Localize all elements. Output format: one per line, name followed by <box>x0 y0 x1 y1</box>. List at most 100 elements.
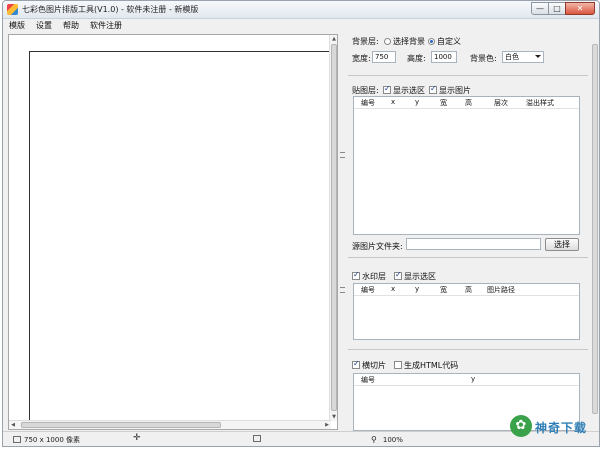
brand-logo-icon: ✿ <box>510 415 532 437</box>
source-folder-label: 源图片文件夹: <box>352 242 403 251</box>
checkbox-checked-icon <box>429 84 437 94</box>
canvas-horizontal-scroll-thumb[interactable] <box>21 422 221 428</box>
window-controls: — □ ✕ <box>531 2 595 16</box>
menu-help[interactable]: 帮助 <box>57 19 84 32</box>
select-background-label: 选择背景 <box>393 37 425 46</box>
column-header[interactable]: 宽 <box>440 98 447 108</box>
background-color-value: 白色 <box>505 53 519 61</box>
sticker-list[interactable]: 编号 x y 宽 高 层次 溢出样式 <box>353 96 580 235</box>
menu-template[interactable]: 模版 <box>3 19 30 32</box>
height-input[interactable]: 1000 <box>431 51 457 63</box>
background-color-label: 背景色: <box>470 54 497 63</box>
scroll-down-arrow-icon[interactable]: ▼ <box>330 413 338 421</box>
checkbox-unchecked-icon <box>394 361 402 369</box>
generate-html-label: 生成HTML代码 <box>404 361 459 370</box>
watermark-layer-checkbox[interactable]: 水印层 <box>352 270 386 282</box>
slice-layer-label: 横切片 <box>362 361 386 370</box>
column-header[interactable]: y <box>415 285 419 293</box>
section-divider <box>348 257 588 258</box>
column-header[interactable]: 溢出样式 <box>526 98 554 108</box>
chevron-down-icon <box>535 55 541 58</box>
sticker-show-image-label: 显示图片 <box>439 86 471 95</box>
column-header[interactable]: 编号 <box>361 98 375 108</box>
checkbox-checked-icon <box>394 270 402 280</box>
select-background-radio[interactable]: 选择背景 <box>384 36 425 47</box>
properties-scroll-thumb[interactable] <box>592 44 598 414</box>
close-button[interactable]: ✕ <box>565 2 595 15</box>
column-header[interactable]: y <box>471 375 475 383</box>
page-size-icon <box>13 436 21 443</box>
sticker-layer-label: 贴图层: <box>352 86 379 95</box>
window-title: 七彩色图片排版工具(V1.0) - 软件未注册 - 新模版 <box>22 5 199 14</box>
column-header[interactable]: y <box>415 98 419 106</box>
source-folder-input[interactable] <box>406 238 541 250</box>
radio-on-icon <box>428 38 435 45</box>
column-header[interactable]: x <box>391 285 395 293</box>
column-header[interactable]: 编号 <box>361 285 375 295</box>
custom-background-radio[interactable]: 自定义 <box>428 36 461 47</box>
checkbox-checked-icon <box>352 270 360 280</box>
column-header[interactable]: x <box>391 98 395 106</box>
selection-icon <box>253 435 264 443</box>
column-header[interactable]: 高 <box>465 98 472 108</box>
watermark-layer-label: 水印层 <box>362 272 386 281</box>
sticker-list-header: 编号 x y 宽 高 层次 溢出样式 <box>354 97 579 109</box>
column-header[interactable]: 宽 <box>440 285 447 295</box>
watermark-list[interactable]: 编号 x y 宽 高 图片路径 <box>353 283 580 340</box>
canvas-page[interactable] <box>29 51 335 421</box>
menu-settings[interactable]: 设置 <box>30 19 57 32</box>
section-divider <box>348 349 588 350</box>
custom-background-label: 自定义 <box>437 37 461 46</box>
section-divider <box>348 75 588 76</box>
splitter-grip-icon <box>340 152 345 158</box>
page-size-status: 750 x 1000 像素 <box>13 435 80 445</box>
slice-layer-checkbox[interactable]: 横切片 <box>352 359 386 371</box>
page-size-text: 750 x 1000 像素 <box>24 436 80 444</box>
menu-register[interactable]: 软件注册 <box>84 19 127 32</box>
background-layer-label: 背景层: <box>352 37 379 46</box>
column-header[interactable]: 编号 <box>361 375 375 385</box>
watermark-show-selection-checkbox[interactable]: 显示选区 <box>394 270 436 282</box>
scroll-right-arrow-icon[interactable]: ▶ <box>323 421 331 429</box>
checkbox-checked-icon <box>352 359 360 369</box>
radio-off-icon <box>384 38 391 45</box>
sticker-show-selection-checkbox[interactable]: 显示选区 <box>383 84 425 96</box>
width-input[interactable]: 750 <box>372 51 396 63</box>
background-color-select[interactable]: 白色 <box>502 51 544 63</box>
app-icon <box>7 4 18 15</box>
canvas-horizontal-scrollbar[interactable]: ◀ ▶ <box>9 420 331 429</box>
height-label: 高度: <box>407 54 426 63</box>
column-header[interactable]: 高 <box>465 285 472 295</box>
zoom-status: ⚲ 100% <box>371 435 403 444</box>
scroll-up-arrow-icon[interactable]: ▲ <box>330 35 338 43</box>
watermark-list-header: 编号 x y 宽 高 图片路径 <box>354 284 579 296</box>
column-header[interactable]: 图片路径 <box>487 285 515 295</box>
title-bar[interactable]: 七彩色图片排版工具(V1.0) - 软件未注册 - 新模版 — □ ✕ <box>3 1 599 19</box>
scroll-left-arrow-icon[interactable]: ◀ <box>9 421 17 429</box>
panel-splitter[interactable] <box>338 34 348 430</box>
selection-box-icon <box>253 435 261 442</box>
sticker-show-image-checkbox[interactable]: 显示图片 <box>429 84 471 96</box>
generate-html-checkbox[interactable]: 生成HTML代码 <box>394 360 458 371</box>
choose-folder-button[interactable]: 选择 <box>545 238 579 251</box>
column-header[interactable]: 层次 <box>494 98 508 108</box>
canvas-vertical-scrollbar[interactable]: ▲ ▼ <box>329 35 337 421</box>
width-label: 宽度: <box>352 54 371 63</box>
properties-scrollbar[interactable] <box>591 34 599 430</box>
zoom-icon: ⚲ <box>371 435 377 444</box>
properties-panel: 背景层: 选择背景 自定义 宽度: 750 高度: 1000 背景色: 白色 贴… <box>348 31 593 431</box>
sticker-show-selection-label: 显示选区 <box>393 86 425 95</box>
minimize-button[interactable]: — <box>531 2 549 15</box>
design-canvas-panel[interactable]: ▲ ▼ ◀ ▶ <box>8 34 338 430</box>
slice-list-header: 编号 y <box>354 374 579 386</box>
canvas-vertical-scroll-thumb[interactable] <box>331 44 337 411</box>
splitter-grip-icon <box>340 287 345 293</box>
brand-watermark: ✿ 神奇下载 <box>510 413 598 443</box>
watermark-show-selection-label: 显示选区 <box>404 272 436 281</box>
brand-text: 神奇下载 <box>535 421 588 435</box>
checkbox-checked-icon <box>383 84 391 94</box>
move-icon: ✛ <box>133 433 141 443</box>
app-window: 七彩色图片排版工具(V1.0) - 软件未注册 - 新模版 — □ ✕ 模版 设… <box>2 0 600 447</box>
maximize-button[interactable]: □ <box>548 2 566 15</box>
zoom-text: 100% <box>382 436 403 444</box>
